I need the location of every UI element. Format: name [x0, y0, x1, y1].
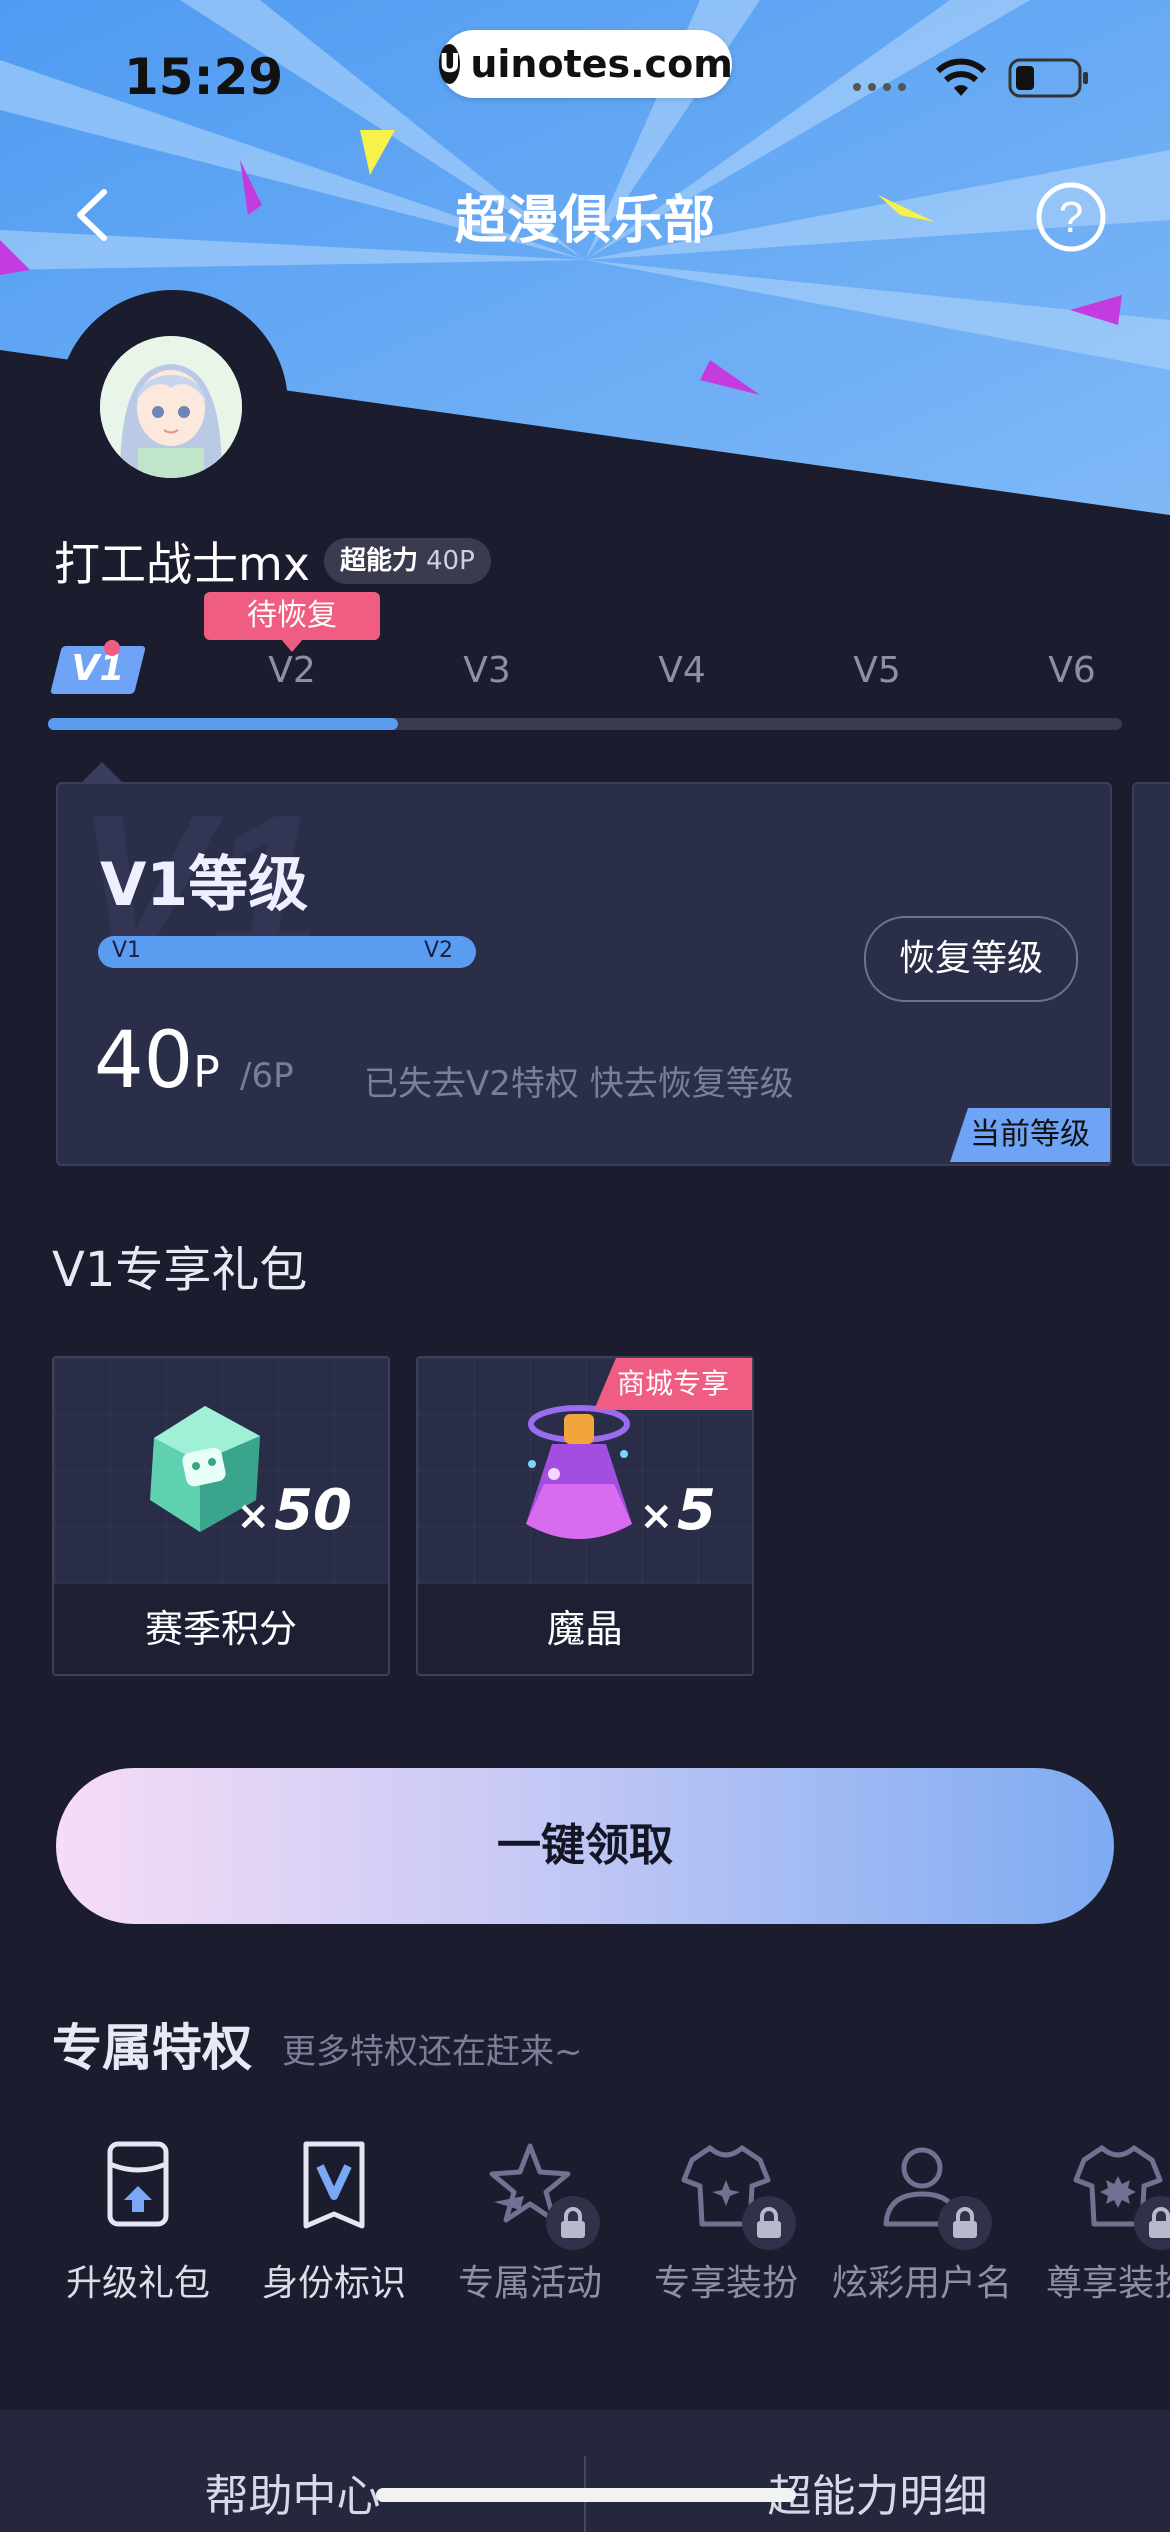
privilege-identity[interactable]: 身份标识: [236, 2136, 432, 2306]
tshirt-burst-icon: [1068, 2136, 1170, 2250]
avatar-image: [100, 336, 242, 478]
username: 打工战士mx: [54, 537, 311, 591]
power-label: 超能力: [340, 546, 419, 576]
privilege-exclusive-activity[interactable]: 专属活动: [432, 2136, 628, 2306]
battery-icon: [1008, 58, 1088, 98]
page-title: 超漫俱乐部: [454, 191, 715, 251]
tshirt-icon: [676, 2136, 796, 2250]
gift-label: 魔晶: [546, 1607, 623, 1651]
points-value: 40P: [94, 1016, 220, 1106]
gift-qty-prefix: ×: [639, 1493, 674, 1539]
level-v4-label[interactable]: V4: [632, 650, 732, 691]
privilege-exclusive-outfit[interactable]: 专享装扮: [628, 2136, 824, 2306]
help-glyph: ?: [1059, 193, 1083, 242]
home-indicator[interactable]: [376, 2488, 796, 2502]
gift-qty-prefix: ×: [236, 1493, 271, 1539]
lock-icon: [742, 2196, 796, 2250]
privilege-label: 尊享装扮: [1045, 2263, 1170, 2304]
site-logo-icon: U: [439, 44, 461, 84]
pending-restore-tag: 待恢复: [204, 592, 380, 640]
privilege-section-title: 专属特权: [52, 2019, 252, 2077]
gift-item-season-points[interactable]: ×50 赛季积分: [52, 1356, 390, 1676]
privilege-label: 炫彩用户名: [831, 2263, 1012, 2304]
level-v6-label[interactable]: V6: [1022, 650, 1122, 691]
gift-label: 赛季积分: [144, 1607, 297, 1651]
user-icon: [872, 2136, 992, 2250]
level-v2-label[interactable]: V2: [242, 650, 342, 691]
privilege-premium-outfit[interactable]: 尊享装扮: [1020, 2136, 1170, 2306]
level-card-title: V1等级: [100, 850, 309, 920]
restore-level-button[interactable]: 恢复等级: [864, 916, 1078, 1002]
power-badge: 超能力 40P: [324, 538, 491, 584]
url-pill[interactable]: U uinotes.com: [439, 30, 733, 98]
privilege-label: 专属活动: [457, 2263, 602, 2304]
gift-section-title: V1专享礼包: [52, 1242, 308, 1298]
level-mini-bar: [98, 936, 476, 968]
privilege-label: 专享装扮: [653, 2263, 798, 2304]
gift-upgrade-icon: [88, 2136, 188, 2236]
card-pointer: [80, 762, 124, 784]
level-v3-label[interactable]: V3: [437, 650, 537, 691]
gift-qty-number: 5: [677, 1478, 716, 1543]
next-level-card[interactable]: [1132, 782, 1170, 1166]
mini-bar-to: V2: [424, 938, 454, 963]
help-icon[interactable]: ?: [1034, 180, 1108, 254]
points-total: /6P: [240, 1056, 294, 1096]
privilege-colorful-username[interactable]: 炫彩用户名: [824, 2136, 1020, 2306]
gift-image: ×5 商城专享: [418, 1358, 752, 1584]
current-level-tag: 当前等级: [950, 1108, 1110, 1162]
power-value: 40P: [426, 546, 475, 576]
privilege-label: 身份标识: [261, 2263, 406, 2304]
lost-privilege-text: 已失去V2特权 快去恢复等级: [364, 1064, 794, 1104]
v-badge-icon: [284, 2136, 384, 2236]
shop-exclusive-tag: 商城专享: [594, 1358, 752, 1410]
gift-quantity: ×50: [237, 1478, 352, 1543]
avatar[interactable]: [100, 336, 242, 478]
lock-icon: [938, 2196, 992, 2250]
gift-item-magic-crystal[interactable]: ×5 商城专享 魔晶: [416, 1356, 754, 1676]
wifi-icon: [935, 58, 987, 96]
mini-bar-from: V1: [112, 938, 142, 963]
gift-qty-number: 50: [274, 1478, 352, 1543]
privilege-section-subtitle: 更多特权还在赶来~: [282, 2032, 583, 2072]
status-time: 15:29: [124, 48, 284, 106]
level-v1-label[interactable]: V1: [56, 648, 140, 689]
points-number: 40: [94, 1016, 194, 1106]
signal-icon: [853, 83, 906, 91]
level-track-fill: [48, 718, 398, 730]
lock-icon: [546, 2196, 600, 2250]
level-v1-dot: [104, 640, 120, 656]
star-activity-icon: [480, 2136, 600, 2250]
claim-all-button[interactable]: 一键领取: [56, 1768, 1114, 1924]
level-v5-label[interactable]: V5: [827, 650, 927, 691]
points-unit: P: [193, 1047, 220, 1098]
gift-quantity: ×5: [640, 1478, 716, 1543]
privilege-upgrade-gift[interactable]: 升级礼包: [40, 2136, 236, 2306]
url-text: uinotes.com: [470, 42, 733, 86]
privilege-label: 升级礼包: [65, 2263, 210, 2304]
gift-image: ×50: [54, 1358, 388, 1584]
